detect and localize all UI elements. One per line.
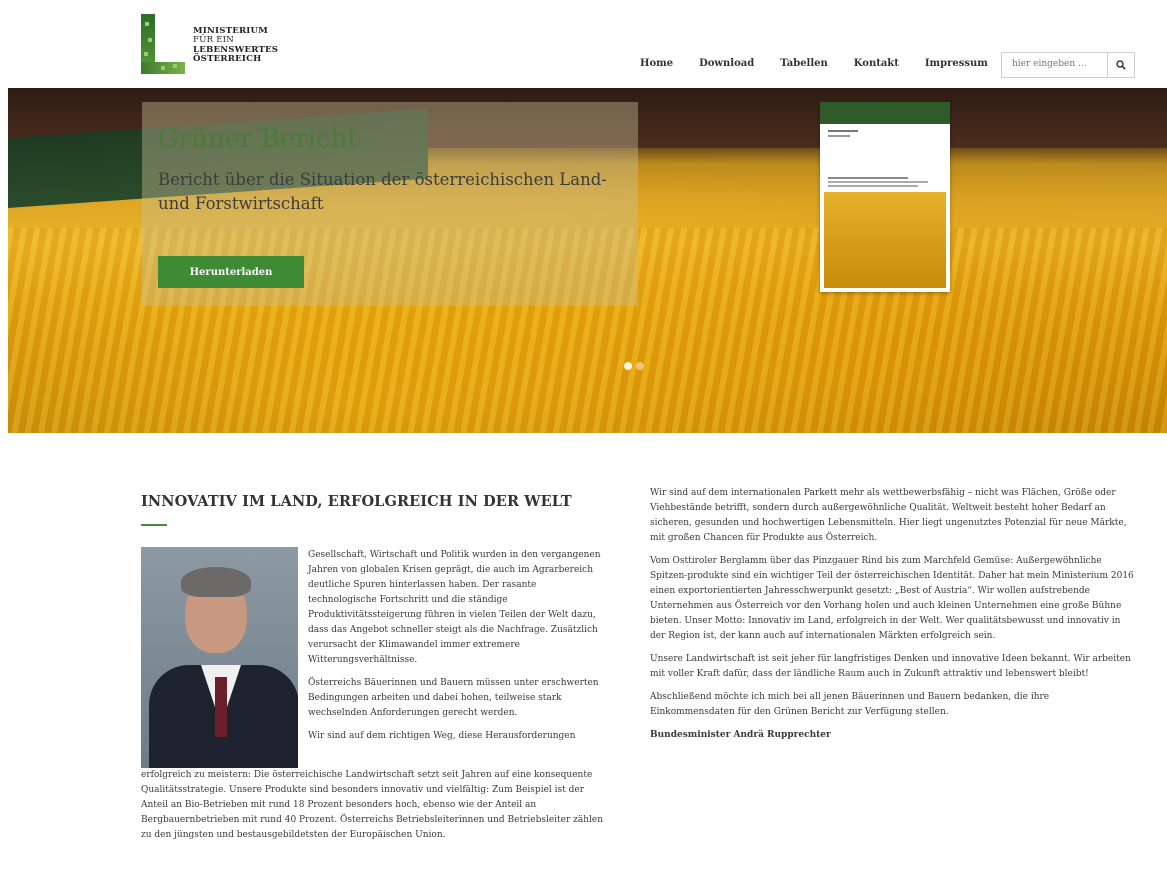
cover-header [820,102,950,124]
hero-title: Grüner Bericht [158,124,358,154]
logo-mark [141,14,185,74]
nav-home[interactable]: Home [640,58,673,69]
nav-download[interactable]: Download [699,58,754,69]
search-icon [1116,60,1126,70]
report-cover-image[interactable] [820,102,950,292]
paragraph: Wir sind auf dem richtigen Weg, diese He… [308,731,576,741]
paragraph: Österreichs Bäuerinnen und Bauern müssen… [308,678,599,718]
slider-dot-2[interactable] [636,362,644,370]
heading-divider [141,524,167,526]
hero-subtitle: Bericht über die Situation der österreic… [158,170,607,213]
logo-line-4: ÖSTERREICH [193,54,262,65]
hero-text-panel: Grüner Bericht Bericht über die Situatio… [142,102,638,306]
article-right-column: Wir sind auf dem internationalen Parkett… [650,486,1136,751]
nav-kontakt[interactable]: Kontakt [854,58,899,69]
search-box [1001,52,1135,78]
paragraph: Abschließend möchte ich mich bei all jen… [650,692,1050,717]
slider-dots [624,362,644,370]
article-left-column: Gesellschaft, Wirtschaft und Politik wur… [308,548,604,744]
signature: Bundesminister Andrä Rupprechter [650,730,831,740]
ministry-logo[interactable]: MINISTERIUM FÜR EIN LEBENSWERTES ÖSTERRE… [141,14,301,76]
article-left-continued: erfolgreich zu meistern: Die österreichi… [141,768,611,851]
paragraph: erfolgreich zu meistern: Die österreichi… [141,770,604,840]
article-heading: INNOVATIV IM LAND, ERFOLGREICH IN DER WE… [141,493,572,510]
download-button[interactable]: Herunterladen [158,256,304,288]
slider-dot-1[interactable] [624,362,632,370]
nav-tabellen[interactable]: Tabellen [780,58,828,69]
paragraph: Gesellschaft, Wirtschaft und Politik wur… [308,550,601,665]
cover-text-lines [828,130,928,187]
logo-text: MINISTERIUM FÜR EIN LEBENSWERTES ÖSTERRE… [193,26,278,65]
nav-impressum[interactable]: Impressum [925,58,988,69]
search-button[interactable] [1107,53,1134,77]
site-header: MINISTERIUM FÜR EIN LEBENSWERTES ÖSTERRE… [0,0,1167,88]
cover-field-photo [824,192,946,288]
paragraph: Unsere Landwirtschaft ist seit jeher für… [650,654,1131,679]
paragraph: Wir sind auf dem internationalen Parkett… [650,488,1127,543]
search-input[interactable] [1002,53,1112,75]
minister-portrait [141,547,298,768]
paragraph: Vom Osttiroler Berglamm über das Pinzgau… [650,556,1134,641]
hero-slider: Grüner Bericht Bericht über die Situatio… [8,88,1167,433]
main-nav: Home Download Tabellen Kontakt Impressum [640,58,1014,69]
